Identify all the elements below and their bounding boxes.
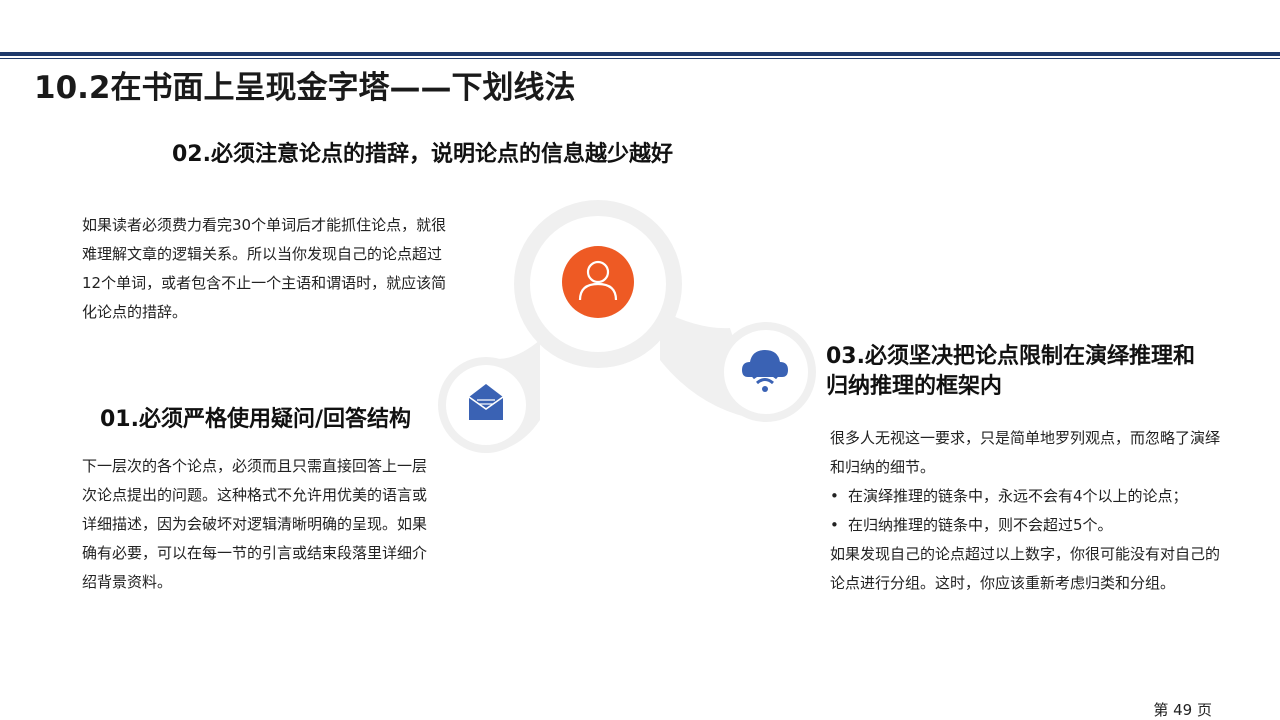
page-number: 第 49 页	[1153, 701, 1212, 719]
section-03-intro: 很多人无视这一要求，只是简单地罗列观点，而忽略了演绎和归纳的细节。	[830, 429, 1221, 476]
bullet-dot: •	[830, 516, 839, 534]
bullet-dot: •	[830, 487, 839, 505]
section-01-heading: 01.必须严格使用疑问/回答结构	[100, 407, 412, 432]
list-item: • 在演绎推理的链条中，永远不会有4个以上的论点；	[830, 482, 1230, 511]
section-03-body: 很多人无视这一要求，只是简单地罗列观点，而忽略了演绎和归纳的细节。 • 在演绎推…	[830, 424, 1230, 598]
section-03-heading: 03.必须坚决把论点限制在演绎推理和归纳推理的框架内	[826, 344, 1195, 399]
bullet-text: 在归纳推理的链条中，则不会超过5个。	[848, 516, 1113, 534]
list-item: • 在归纳推理的链条中，则不会超过5个。	[830, 511, 1230, 540]
header-rule-thick	[0, 52, 1280, 56]
header-rule-thin	[0, 58, 1280, 59]
page-title: 10.2在书面上呈现金字塔——下划线法	[34, 70, 576, 106]
section-01-body: 下一层次的各个论点，必须而且只需直接回答上一层次论点提出的问题。这种格式不允许用…	[82, 457, 428, 591]
section-03-outro: 如果发现自己的论点超过以上数字，你很可能没有对自己的论点进行分组。这时，你应该重…	[830, 545, 1221, 592]
bullet-text: 在演绎推理的链条中，永远不会有4个以上的论点；	[848, 487, 1188, 505]
person-icon	[562, 246, 634, 318]
connector-graphic	[438, 200, 816, 453]
section-02-heading: 02.必须注意论点的措辞，说明论点的信息越少越好	[172, 142, 673, 167]
section-02-body: 如果读者必须费力看完30个单词后才能抓住论点，就很难理解文章的逻辑关系。所以当你…	[82, 216, 447, 321]
